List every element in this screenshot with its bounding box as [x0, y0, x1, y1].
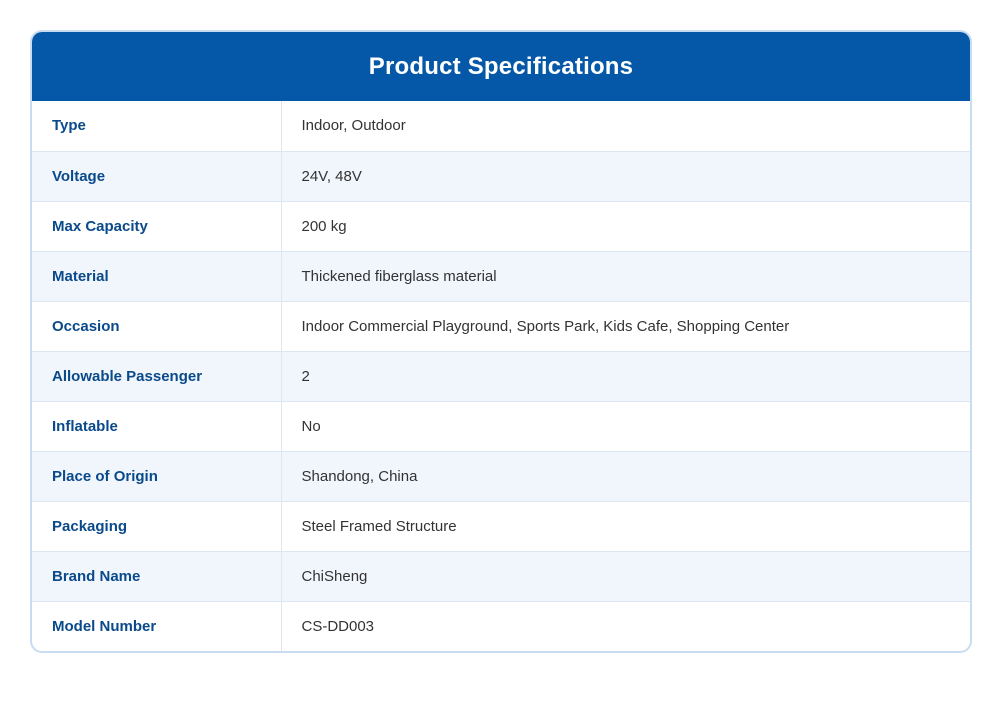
- spec-value-packaging: Steel Framed Structure: [281, 500, 970, 551]
- spec-label-allowable-passenger: Allowable Passenger: [32, 350, 282, 401]
- spec-label-material: Material: [32, 250, 282, 301]
- table-row: Model Number CS-DD003: [32, 600, 970, 651]
- spec-label-place-of-origin: Place of Origin: [32, 450, 282, 501]
- spec-table: Type Indoor, Outdoor Voltage 24V, 48V Ma…: [32, 101, 970, 651]
- spec-value-max-capacity: 200 kg: [281, 200, 970, 251]
- spec-value-inflatable: No: [281, 400, 970, 451]
- table-row: Voltage 24V, 48V: [32, 150, 970, 201]
- spec-value-place-of-origin: Shandong, China: [281, 450, 970, 501]
- spec-label-voltage: Voltage: [32, 150, 282, 201]
- spec-label-brand-name: Brand Name: [32, 550, 282, 601]
- spec-label-type: Type: [32, 101, 282, 151]
- spec-label-occasion: Occasion: [32, 300, 282, 351]
- spec-value-allowable-passenger: 2: [281, 350, 970, 401]
- table-row: Brand Name ChiSheng: [32, 550, 970, 601]
- spec-value-model-number: CS-DD003: [281, 600, 970, 651]
- table-row: Type Indoor, Outdoor: [32, 101, 970, 151]
- spec-label-packaging: Packaging: [32, 500, 282, 551]
- table-row: Inflatable No: [32, 400, 970, 451]
- spec-value-voltage: 24V, 48V: [281, 150, 970, 201]
- table-row: Max Capacity 200 kg: [32, 200, 970, 251]
- spec-label-inflatable: Inflatable: [32, 400, 282, 451]
- spec-label-max-capacity: Max Capacity: [32, 200, 282, 251]
- table-row: Packaging Steel Framed Structure: [32, 500, 970, 551]
- spec-value-occasion: Indoor Commercial Playground, Sports Par…: [281, 300, 970, 351]
- spec-value-type: Indoor, Outdoor: [301, 117, 406, 135]
- table-row: Occasion Indoor Commercial Playground, S…: [32, 300, 970, 351]
- table-row: Place of Origin Shandong, China: [32, 450, 970, 501]
- spec-header: Product Specifications: [32, 32, 970, 101]
- table-row: Allowable Passenger 2: [32, 350, 970, 401]
- page-title: Product Specifications: [368, 52, 634, 80]
- spec-card: Product Specifications Type Indoor, Outd…: [30, 30, 972, 653]
- table-row: Material Thickened fiberglass material: [32, 250, 970, 301]
- spec-value-material: Thickened fiberglass material: [281, 250, 970, 301]
- spec-label-model-number: Model Number: [32, 600, 282, 651]
- spec-value-brand-name: ChiSheng: [281, 550, 970, 601]
